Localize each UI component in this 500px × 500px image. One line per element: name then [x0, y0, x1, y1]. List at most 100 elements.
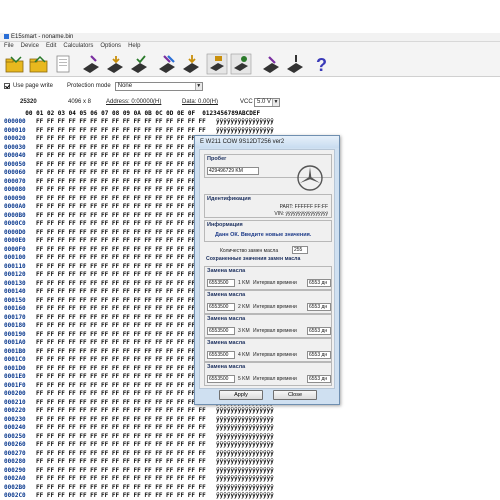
- hex-row[interactable]: 0002B0 FF FF FF FF FF FF FF FF FF FF FF F…: [0, 484, 500, 493]
- vcc-select[interactable]: 5.0 V ▼: [254, 98, 280, 107]
- hex-row-bytes[interactable]: FF FF FF FF FF FF FF FF FF FF FF FF FF F…: [36, 467, 216, 476]
- write-chip-icon[interactable]: [104, 53, 126, 75]
- menu-file[interactable]: File: [4, 42, 14, 51]
- hex-row-bytes[interactable]: FF FF FF FF FF FF FF FF FF FF FF FF FF F…: [36, 433, 216, 442]
- oil-interval-days-field[interactable]: 6553 дн: [307, 351, 331, 359]
- hex-row-bytes[interactable]: FF FF FF FF FF FF FF FF FF FF FF FF FF F…: [36, 271, 216, 280]
- read-device-icon[interactable]: [180, 53, 202, 75]
- hex-row-bytes[interactable]: FF FF FF FF FF FF FF FF FF FF FF FF FF F…: [36, 220, 216, 229]
- menu-options[interactable]: Options: [100, 42, 121, 51]
- hex-row-bytes[interactable]: FF FF FF FF FF FF FF FF FF FF FF FF FF F…: [36, 382, 216, 391]
- hex-row-address: 000040: [4, 152, 26, 159]
- hex-row-bytes[interactable]: FF FF FF FF FF FF FF FF FF FF FF FF FF F…: [36, 492, 216, 500]
- hex-row-bytes[interactable]: FF FF FF FF FF FF FF FF FF FF FF FF FF F…: [36, 118, 216, 127]
- hex-row[interactable]: 0002C0 FF FF FF FF FF FF FF FF FF FF FF F…: [0, 492, 500, 500]
- hex-row-bytes[interactable]: FF FF FF FF FF FF FF FF FF FF FF FF FF F…: [36, 263, 216, 272]
- hex-row-bytes[interactable]: FF FF FF FF FF FF FF FF FF FF FF FF FF F…: [36, 229, 216, 238]
- hex-row-bytes[interactable]: FF FF FF FF FF FF FF FF FF FF FF FF FF F…: [36, 254, 216, 263]
- help-icon[interactable]: ?: [310, 53, 332, 75]
- menu-calculators[interactable]: Calculators: [63, 42, 93, 51]
- hex-row-ascii: ÿÿÿÿÿÿÿÿÿÿÿÿÿÿÿÿ: [216, 441, 274, 448]
- document-icon[interactable]: [52, 53, 74, 75]
- hex-row-bytes[interactable]: FF FF FF FF FF FF FF FF FF FF FF FF FF F…: [36, 186, 216, 195]
- hex-row[interactable]: 000290 FF FF FF FF FF FF FF FF FF FF FF F…: [0, 467, 500, 476]
- hex-row-bytes[interactable]: FF FF FF FF FF FF FF FF FF FF FF FF FF F…: [36, 169, 216, 178]
- hex-row-bytes[interactable]: FF FF FF FF FF FF FF FF FF FF FF FF FF F…: [36, 475, 216, 484]
- hex-row-bytes[interactable]: FF FF FF FF FF FF FF FF FF FF FF FF FF F…: [36, 356, 216, 365]
- hex-row[interactable]: 0002A0 FF FF FF FF FF FF FF FF FF FF FF F…: [0, 475, 500, 484]
- save-folder-icon[interactable]: [28, 53, 50, 75]
- hex-row-bytes[interactable]: FF FF FF FF FF FF FF FF FF FF FF FF FF F…: [36, 407, 216, 416]
- hex-row-bytes[interactable]: FF FF FF FF FF FF FF FF FF FF FF FF FF F…: [36, 416, 216, 425]
- hex-row-bytes[interactable]: FF FF FF FF FF FF FF FF FF FF FF FF FF F…: [36, 305, 216, 314]
- hex-row-bytes[interactable]: FF FF FF FF FF FF FF FF FF FF FF FF FF F…: [36, 390, 216, 399]
- hex-row-bytes[interactable]: FF FF FF FF FF FF FF FF FF FF FF FF FF F…: [36, 458, 216, 467]
- hex-row-bytes[interactable]: FF FF FF FF FF FF FF FF FF FF FF FF FF F…: [36, 127, 216, 136]
- hex-row[interactable]: 000220 FF FF FF FF FF FF FF FF FF FF FF F…: [0, 407, 500, 416]
- mileage-field[interactable]: 429496729 KM: [207, 167, 259, 175]
- hex-row[interactable]: 000270 FF FF FF FF FF FF FF FF FF FF FF F…: [0, 450, 500, 459]
- hex-row-bytes[interactable]: FF FF FF FF FF FF FF FF FF FF FF FF FF F…: [36, 195, 216, 204]
- menu-device[interactable]: Device: [21, 42, 39, 51]
- hex-row-bytes[interactable]: FF FF FF FF FF FF FF FF FF FF FF FF FF F…: [36, 135, 216, 144]
- oil-change-value-field[interactable]: 6553500: [207, 279, 235, 287]
- hex-row-address: 000280: [4, 458, 26, 465]
- oil-interval-days-field[interactable]: 6553 дн: [307, 303, 331, 311]
- hex-row[interactable]: 000230 FF FF FF FF FF FF FF FF FF FF FF F…: [0, 416, 500, 425]
- hex-row-bytes[interactable]: FF FF FF FF FF FF FF FF FF FF FF FF FF F…: [36, 314, 216, 323]
- hex-row-bytes[interactable]: FF FF FF FF FF FF FF FF FF FF FF FF FF F…: [36, 288, 216, 297]
- hex-row-bytes[interactable]: FF FF FF FF FF FF FF FF FF FF FF FF FF F…: [36, 441, 216, 450]
- hex-row-bytes[interactable]: FF FF FF FF FF FF FF FF FF FF FF FF FF F…: [36, 246, 216, 255]
- hex-row[interactable]: 000240 FF FF FF FF FF FF FF FF FF FF FF F…: [0, 424, 500, 433]
- hex-row-bytes[interactable]: FF FF FF FF FF FF FF FF FF FF FF FF FF F…: [36, 348, 216, 357]
- oil-interval-days-field[interactable]: 6553 дн: [307, 375, 331, 383]
- oil-interval-days-field[interactable]: 6553 дн: [307, 327, 331, 335]
- hex-row-bytes[interactable]: FF FF FF FF FF FF FF FF FF FF FF FF FF F…: [36, 484, 216, 493]
- hex-row-bytes[interactable]: FF FF FF FF FF FF FF FF FF FF FF FF FF F…: [36, 144, 216, 153]
- hex-row-bytes[interactable]: FF FF FF FF FF FF FF FF FF FF FF FF FF F…: [36, 178, 216, 187]
- hex-row[interactable]: 000010 FF FF FF FF FF FF FF FF FF FF FF F…: [0, 127, 500, 136]
- hex-row-bytes[interactable]: FF FF FF FF FF FF FF FF FF FF FF FF FF F…: [36, 280, 216, 289]
- oil-change-value-field[interactable]: 6553500: [207, 303, 235, 311]
- hex-row-bytes[interactable]: FF FF FF FF FF FF FF FF FF FF FF FF FF F…: [36, 212, 216, 221]
- oil-change-value-field[interactable]: 6553500: [207, 351, 235, 359]
- erase-chip-icon[interactable]: [156, 53, 178, 75]
- oil-change-value-field[interactable]: 6553500: [207, 375, 235, 383]
- use-page-write-checkbox[interactable]: [4, 83, 10, 89]
- hex-row-bytes[interactable]: FF FF FF FF FF FF FF FF FF FF FF FF FF F…: [36, 365, 216, 374]
- program-device-icon[interactable]: [230, 53, 252, 75]
- menu-help[interactable]: Help: [128, 42, 140, 51]
- protection-mode-select[interactable]: None ▼: [114, 81, 203, 91]
- hex-row-bytes[interactable]: FF FF FF FF FF FF FF FF FF FF FF FF FF F…: [36, 373, 216, 382]
- hex-row-bytes[interactable]: FF FF FF FF FF FF FF FF FF FF FF FF FF F…: [36, 237, 216, 246]
- oil-change-value-field[interactable]: 6553500: [207, 327, 235, 335]
- hex-row-bytes[interactable]: FF FF FF FF FF FF FF FF FF FF FF FF FF F…: [36, 161, 216, 170]
- oil-change-entry: Замена масла 6553500 5 KM Интервал времени 6…: [204, 362, 332, 386]
- hex-row-bytes[interactable]: FF FF FF FF FF FF FF FF FF FF FF FF FF F…: [36, 424, 216, 433]
- chevron-down-icon: ▼: [272, 99, 279, 106]
- hex-row[interactable]: 000260 FF FF FF FF FF FF FF FF FF FF FF F…: [0, 441, 500, 450]
- hex-row-bytes[interactable]: FF FF FF FF FF FF FF FF FF FF FF FF FF F…: [36, 297, 216, 306]
- open-folder-icon[interactable]: [4, 53, 26, 75]
- vin-value: VIN: ÿÿÿÿÿÿÿÿÿÿÿÿÿÿÿÿÿ: [274, 211, 328, 217]
- oil-interval-days-field[interactable]: 6553 дн: [307, 279, 331, 287]
- hex-row[interactable]: 000000 FF FF FF FF FF FF FF FF FF FF FF F…: [0, 118, 500, 127]
- hex-row-bytes[interactable]: FF FF FF FF FF FF FF FF FF FF FF FF FF F…: [36, 399, 216, 408]
- hex-row[interactable]: 000250 FF FF FF FF FF FF FF FF FF FF FF F…: [0, 433, 500, 442]
- close-button[interactable]: Close: [273, 390, 317, 400]
- hex-row-bytes[interactable]: FF FF FF FF FF FF FF FF FF FF FF FF FF F…: [36, 203, 216, 212]
- oil-change-count-field[interactable]: 255: [292, 246, 308, 254]
- chip-write-icon[interactable]: [284, 53, 306, 75]
- write-device-icon[interactable]: [206, 53, 228, 75]
- verify-chip-icon[interactable]: [128, 53, 150, 75]
- hex-row-bytes[interactable]: FF FF FF FF FF FF FF FF FF FF FF FF FF F…: [36, 152, 216, 161]
- menu-edit[interactable]: Edit: [46, 42, 56, 51]
- apply-button[interactable]: Apply: [219, 390, 263, 400]
- read-chip-icon[interactable]: [80, 53, 102, 75]
- chip-read-icon[interactable]: [260, 53, 282, 75]
- hex-row-bytes[interactable]: FF FF FF FF FF FF FF FF FF FF FF FF FF F…: [36, 450, 216, 459]
- hex-row-bytes[interactable]: FF FF FF FF FF FF FF FF FF FF FF FF FF F…: [36, 322, 216, 331]
- hex-row[interactable]: 000280 FF FF FF FF FF FF FF FF FF FF FF F…: [0, 458, 500, 467]
- hex-row-bytes[interactable]: FF FF FF FF FF FF FF FF FF FF FF FF FF F…: [36, 339, 216, 348]
- hex-row-bytes[interactable]: FF FF FF FF FF FF FF FF FF FF FF FF FF F…: [36, 331, 216, 340]
